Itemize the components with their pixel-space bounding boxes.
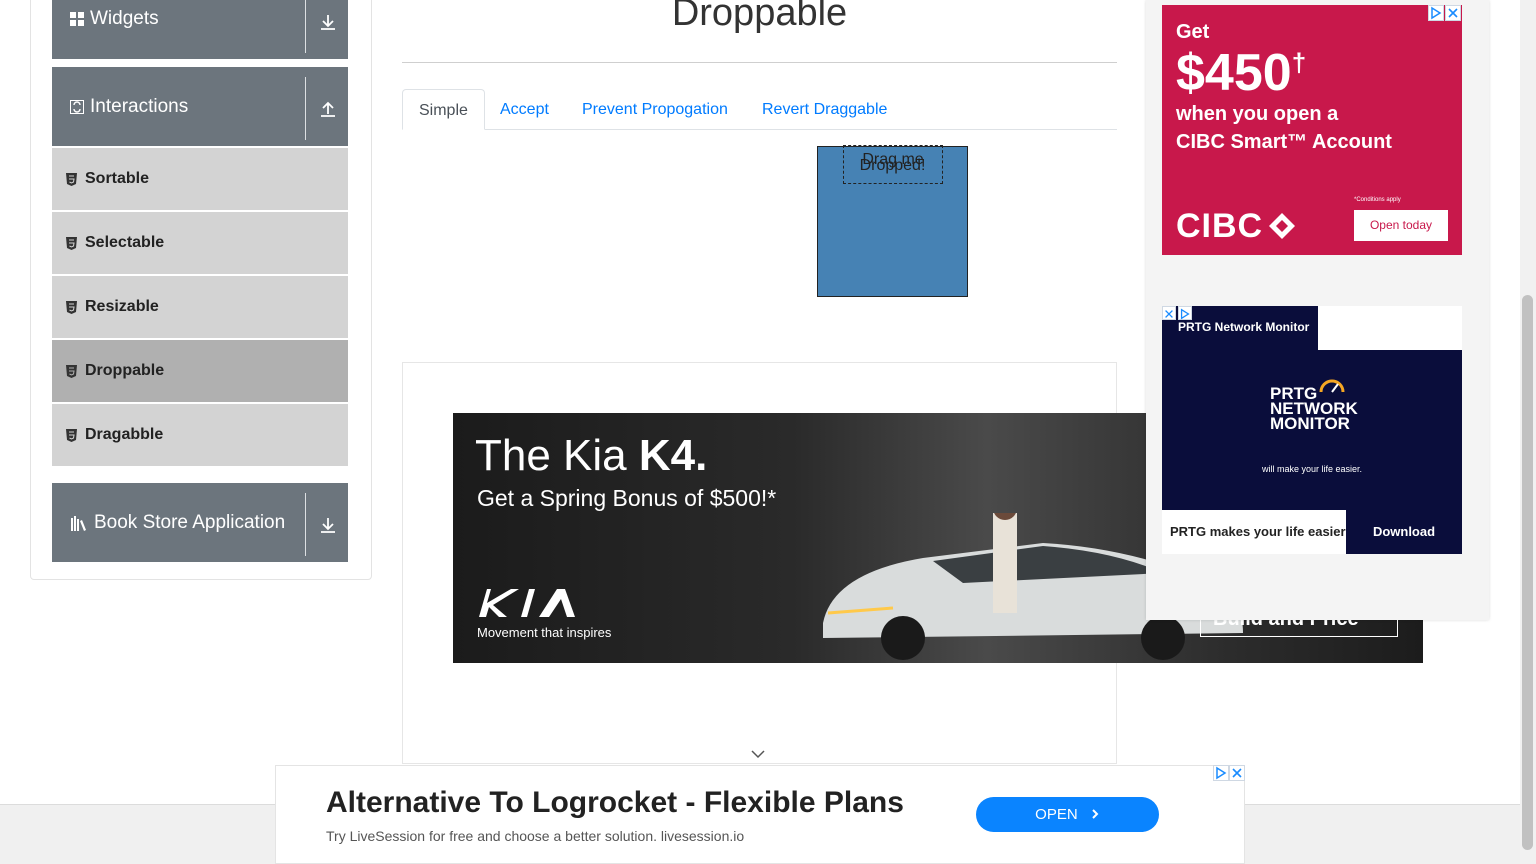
tab-bar: Simple Accept Prevent Propogation Revert… [402, 89, 1117, 130]
html5-icon [66, 236, 77, 250]
group-label-interactions: Interactions [90, 96, 189, 117]
bottom-ad-subtext: Try LiveSession for free and choose a be… [326, 828, 745, 844]
kia-tagline: Movement that inspires [477, 625, 612, 640]
close-icon[interactable] [1445, 5, 1461, 21]
adchoices-icon[interactable] [1178, 306, 1192, 320]
cibc-get-text: Get [1176, 21, 1210, 43]
download-arrow-icon[interactable] [318, 515, 338, 535]
scrollbar-thumb[interactable] [1522, 295, 1533, 850]
bottom-ad-banner[interactable]: Alternative To Logrocket - Flexible Plan… [275, 765, 1245, 864]
chevron-right-icon [1092, 809, 1099, 819]
html5-icon [66, 428, 77, 442]
kia-logo [479, 589, 575, 617]
drag-label: Drag me [862, 151, 924, 168]
tab-revert-draggable[interactable]: Revert Draggable [762, 89, 887, 130]
sidebar-item-sortable[interactable]: Sortable [52, 148, 348, 210]
prtg-download-button[interactable]: Download [1346, 510, 1462, 554]
divider [305, 493, 306, 556]
prtg-logo: PRTG NETWORK MONITOR [1270, 384, 1358, 433]
cibc-open-today-button[interactable]: Open today [1354, 210, 1448, 241]
tab-simple[interactable]: Simple [402, 89, 485, 130]
kia-headline: The Kia K4. [475, 431, 708, 480]
cibc-ad-banner[interactable]: Get $450† when you open a CIBC Smart™ Ac… [1162, 5, 1462, 255]
kia-subheadline: Get a Spring Bonus of $500!* [477, 485, 777, 511]
divider [305, 77, 306, 140]
adchoices-icon[interactable] [1428, 5, 1444, 21]
html5-icon [66, 300, 77, 314]
bottom-ad-open-button[interactable]: OPEN [976, 797, 1159, 832]
close-icon[interactable] [1229, 765, 1245, 781]
tab-prevent-propogation[interactable]: Prevent Propogation [582, 89, 728, 130]
cibc-conditions: *Conditions apply [1354, 197, 1401, 203]
sidebar-item-droppable[interactable]: Droppable [52, 340, 348, 402]
title-divider [402, 62, 1117, 63]
cibc-amount: $450† [1176, 44, 1307, 102]
group-header-book-store[interactable]: Book Store Application [52, 483, 348, 562]
sidebar-item-resizable[interactable]: Resizable [52, 276, 348, 338]
prtg-footer-text: PRTG makes your life easier [1170, 524, 1346, 539]
tab-accept[interactable]: Accept [500, 89, 549, 130]
adchoices-icon[interactable] [1213, 765, 1229, 781]
chevron-down-icon[interactable] [750, 748, 766, 760]
sidebar-item-label: Droppable [85, 362, 165, 379]
interactions-icon [70, 100, 84, 114]
download-arrow-icon[interactable] [318, 12, 338, 32]
cibc-diamond-icon [1269, 213, 1296, 239]
html5-icon [66, 364, 77, 378]
prtg-tab-label: PRTG Network Monitor [1178, 320, 1310, 334]
group-label-book-store: Book Store Application [94, 512, 286, 533]
books-icon [71, 516, 86, 531]
group-header-widgets[interactable]: Widgets [52, 0, 348, 59]
cibc-logo: CIBC [1176, 207, 1297, 246]
sidebar-item-label: Resizable [85, 298, 159, 315]
upload-arrow-icon[interactable] [318, 99, 338, 119]
bottom-ad-headline: Alternative To Logrocket - Flexible Plan… [326, 786, 904, 819]
draggable-box[interactable]: Drag me [843, 145, 943, 184]
prtg-slogan: will make your life easier. [1261, 464, 1363, 474]
sidebar-item-selectable[interactable]: Selectable [52, 212, 348, 274]
close-icon[interactable] [1162, 306, 1176, 320]
cibc-line-2: CIBC Smart™ Account [1176, 131, 1392, 153]
group-label-widgets: Widgets [90, 8, 159, 29]
cibc-line-1: when you open a [1176, 103, 1339, 125]
prtg-ad-banner[interactable]: PRTG Network Monitor PRTG NETWORK MONITO… [1162, 306, 1462, 554]
sidebar-item-label: Sortable [85, 170, 150, 187]
sidebar-item-label: Selectable [85, 234, 165, 251]
divider [305, 0, 306, 53]
sidebar-item-label: Dragabble [85, 426, 164, 443]
html5-icon [66, 172, 77, 186]
widgets-icon [70, 12, 84, 26]
page-title: Droppable [671, 0, 848, 34]
sidebar-item-dragabble[interactable]: Dragabble [52, 404, 348, 466]
group-header-interactions[interactable]: Interactions [52, 67, 348, 146]
